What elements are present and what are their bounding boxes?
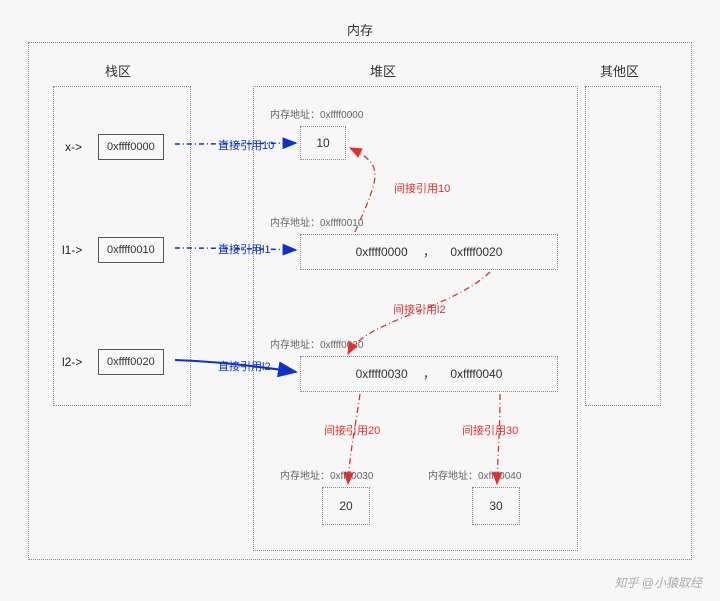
title-memory: 内存 xyxy=(0,20,720,39)
edge-indirect20: 间接引用20 xyxy=(324,422,380,438)
l1-addrlabel: 内存地址：0xffff0010 xyxy=(270,214,363,229)
l2-listbox: 0xffff0030 ， 0xffff0040 xyxy=(300,356,558,392)
edge-direct10: 直接引用10 xyxy=(218,137,274,153)
l2-e0: 0xffff0030 xyxy=(356,367,408,381)
edge-directl2: 直接引用l2 xyxy=(218,358,271,374)
obj30-addrlabel: 内存地址：0xffff0040 xyxy=(428,467,521,482)
obj10-box: 10 xyxy=(300,126,346,160)
watermark: 知乎 @小猿取经 xyxy=(614,574,702,591)
var-x-addr: 0xffff0000 xyxy=(98,134,164,160)
var-x-label: x-> xyxy=(65,140,82,154)
edge-indirect30: 间接引用30 xyxy=(462,422,518,438)
edge-indirectl2: 间接引用l2 xyxy=(393,301,446,317)
edge-directl1: 直接引用l1 xyxy=(218,241,271,257)
var-l1-label: l1-> xyxy=(62,243,82,257)
section-label-other: 其他区 xyxy=(600,61,639,80)
var-l2-addr: 0xffff0020 xyxy=(98,349,164,375)
obj10-addrlabel: 内存地址：0xffff0000 xyxy=(270,106,363,121)
l2-e1: 0xffff0040 xyxy=(450,367,502,381)
edge-indirect10: 间接引用10 xyxy=(394,180,450,196)
l1-listbox: 0xffff0000 ， 0xffff0020 xyxy=(300,234,558,270)
l2-comma: ， xyxy=(423,367,435,381)
l1-comma: ， xyxy=(423,245,435,259)
var-l2-label: l2-> xyxy=(62,355,82,369)
obj20-box: 20 xyxy=(322,487,370,525)
section-label-stack: 栈区 xyxy=(105,61,131,80)
obj20-addrlabel: 内存地址：0xffff0030 xyxy=(280,467,373,482)
l2-addrlabel: 内存地址：0xffff0020 xyxy=(270,336,363,351)
obj30-box: 30 xyxy=(472,487,520,525)
l1-e0: 0xffff0000 xyxy=(356,245,408,259)
l1-e1: 0xffff0020 xyxy=(450,245,502,259)
other-box xyxy=(585,86,661,406)
var-l1-addr: 0xffff0010 xyxy=(98,237,164,263)
section-label-heap: 堆区 xyxy=(370,61,396,80)
